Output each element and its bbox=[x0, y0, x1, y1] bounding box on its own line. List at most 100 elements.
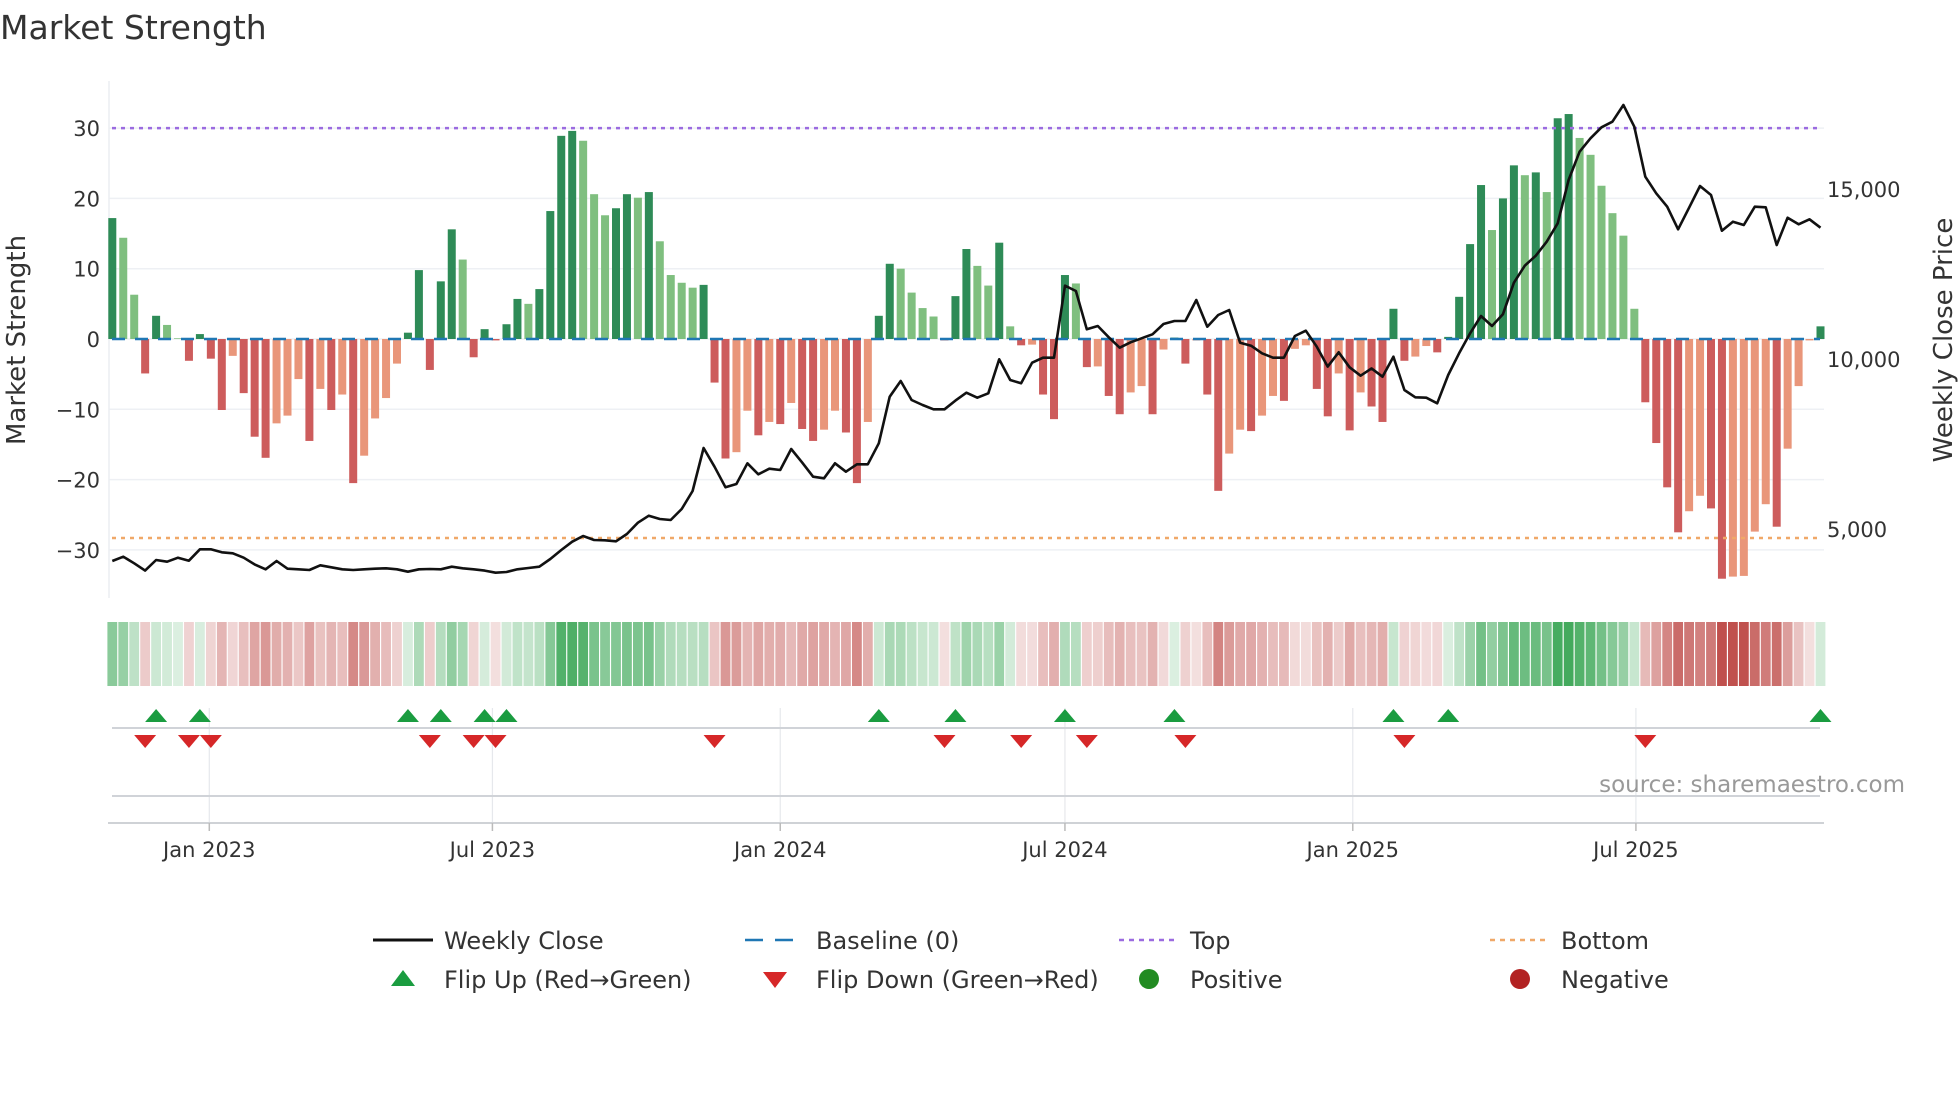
heat-strip-cell bbox=[205, 622, 216, 686]
legend-item: Positive bbox=[1139, 966, 1283, 994]
heat-strip-cell bbox=[654, 622, 665, 686]
heat-strip-cell bbox=[162, 622, 172, 686]
strength-bar-negative bbox=[349, 339, 358, 484]
strength-bar-negative bbox=[787, 339, 796, 403]
heat-strip-cell bbox=[808, 622, 818, 686]
legend-label: Top bbox=[1189, 927, 1231, 955]
strength-bar-positive bbox=[874, 315, 883, 339]
heat-strip-cell bbox=[830, 622, 840, 686]
strength-bar-negative bbox=[1433, 339, 1442, 353]
y-tick-label: 20 bbox=[73, 187, 100, 211]
strength-bar-positive bbox=[633, 197, 642, 339]
heat-strip-cell bbox=[1290, 622, 1300, 686]
strength-bar-negative bbox=[1225, 339, 1234, 454]
heat-strip-cell bbox=[1344, 622, 1355, 686]
heat-strip-cell bbox=[1498, 622, 1508, 686]
heat-strip-cell bbox=[1541, 622, 1552, 686]
heat-strip-cell bbox=[359, 622, 370, 686]
heat-strip-cell bbox=[1454, 622, 1465, 686]
strength-bar-positive bbox=[1389, 308, 1398, 339]
strength-bar-negative bbox=[1039, 339, 1048, 395]
strength-bar-positive bbox=[885, 263, 894, 339]
heat-strip-cell bbox=[140, 622, 151, 686]
strength-bar-negative bbox=[1137, 339, 1146, 387]
heat-strip-cell bbox=[994, 622, 1005, 686]
flip-down-marker bbox=[484, 735, 507, 748]
legend-label: Flip Up (Red→Green) bbox=[444, 966, 692, 994]
strength-bar-positive bbox=[524, 303, 533, 339]
flip-down-marker bbox=[933, 735, 956, 748]
strength-bar-negative bbox=[1356, 339, 1365, 393]
heat-strip-cell bbox=[1640, 622, 1651, 686]
heat-strip-cell bbox=[1191, 622, 1202, 686]
x-tick-label: Jan 2024 bbox=[732, 838, 827, 862]
strength-bar-negative bbox=[1761, 339, 1770, 505]
legend-item: Flip Up (Red→Green) bbox=[391, 966, 692, 994]
heat-strip-cell bbox=[600, 622, 610, 686]
heat-strip-cell bbox=[1224, 622, 1235, 686]
heat-strip-cell bbox=[1738, 622, 1749, 686]
legend-triangle-down-icon bbox=[763, 972, 787, 988]
heat-strip-cell bbox=[173, 622, 183, 686]
strength-bar-negative bbox=[327, 339, 336, 411]
heat-strip-cell bbox=[753, 622, 764, 686]
legend-label: Bottom bbox=[1561, 927, 1649, 955]
heat-strip-cell bbox=[184, 622, 194, 686]
heat-strip-cell bbox=[819, 622, 829, 686]
heat-strip-cell bbox=[578, 622, 589, 686]
strength-bar-positive bbox=[677, 282, 686, 339]
flip-up-marker bbox=[495, 709, 518, 722]
strength-bar-positive bbox=[480, 329, 489, 339]
heat-strip-cell bbox=[720, 622, 731, 686]
strength-bar-positive bbox=[1586, 154, 1595, 339]
heat-strip-cell bbox=[1443, 622, 1454, 686]
heat-strip-cell bbox=[852, 622, 862, 686]
heat-strip-cell bbox=[293, 622, 304, 686]
heat-strip-cell bbox=[446, 622, 457, 686]
flip-down-marker bbox=[134, 735, 157, 748]
heat-strip-cell bbox=[1673, 622, 1684, 686]
strength-bar-positive bbox=[535, 289, 544, 339]
strength-bar-negative bbox=[1093, 339, 1102, 367]
strength-bar-negative bbox=[360, 339, 369, 456]
legend-label: Flip Down (Green→Red) bbox=[816, 966, 1099, 994]
strength-bar-negative bbox=[1663, 339, 1672, 488]
heat-strip-cell bbox=[698, 622, 709, 686]
strength-bar-positive bbox=[502, 324, 511, 339]
heat-strip-cell bbox=[928, 622, 939, 686]
heat-strip-cell bbox=[1509, 622, 1519, 686]
flip-down-marker bbox=[177, 735, 200, 748]
heat-strip-cell bbox=[348, 622, 359, 686]
heat-strip-cell bbox=[906, 622, 917, 686]
strength-bar-positive bbox=[1608, 213, 1617, 339]
strength-bar-positive bbox=[929, 316, 938, 339]
heat-strip-cell bbox=[1706, 622, 1716, 686]
heat-strip-cell bbox=[1147, 622, 1158, 686]
heat-strip-cell bbox=[1782, 622, 1793, 686]
flip-up-marker bbox=[1382, 709, 1405, 722]
strength-bar-positive bbox=[984, 285, 993, 339]
heat-strip-cell bbox=[1366, 622, 1377, 686]
strength-bar-negative bbox=[852, 339, 861, 484]
strength-bar-positive bbox=[513, 298, 522, 339]
y-tick-label: 30 bbox=[73, 117, 100, 141]
heat-strip-cell bbox=[1552, 622, 1563, 686]
heat-strip-cell bbox=[545, 622, 556, 686]
strength-bar-negative bbox=[1805, 339, 1814, 341]
heat-strip-cell bbox=[873, 622, 884, 686]
flip-up-marker bbox=[867, 709, 890, 722]
strength-bar-positive bbox=[546, 211, 555, 339]
flip-up-marker bbox=[429, 709, 452, 722]
heat-strip-cell bbox=[961, 622, 972, 686]
strength-bar-positive bbox=[1619, 235, 1628, 339]
y-tick-label: −20 bbox=[56, 469, 100, 493]
heat-strip-cell bbox=[1399, 622, 1410, 686]
flip-down-marker bbox=[418, 735, 441, 748]
strength-bar-positive bbox=[699, 284, 708, 339]
strength-bar-positive bbox=[962, 249, 971, 339]
heat-strip-cell bbox=[1169, 622, 1180, 686]
strength-bar-negative bbox=[1345, 339, 1354, 431]
heat-strip-cell bbox=[1421, 622, 1432, 686]
strength-bar-positive bbox=[163, 324, 172, 339]
heat-strip-cell bbox=[282, 622, 293, 686]
